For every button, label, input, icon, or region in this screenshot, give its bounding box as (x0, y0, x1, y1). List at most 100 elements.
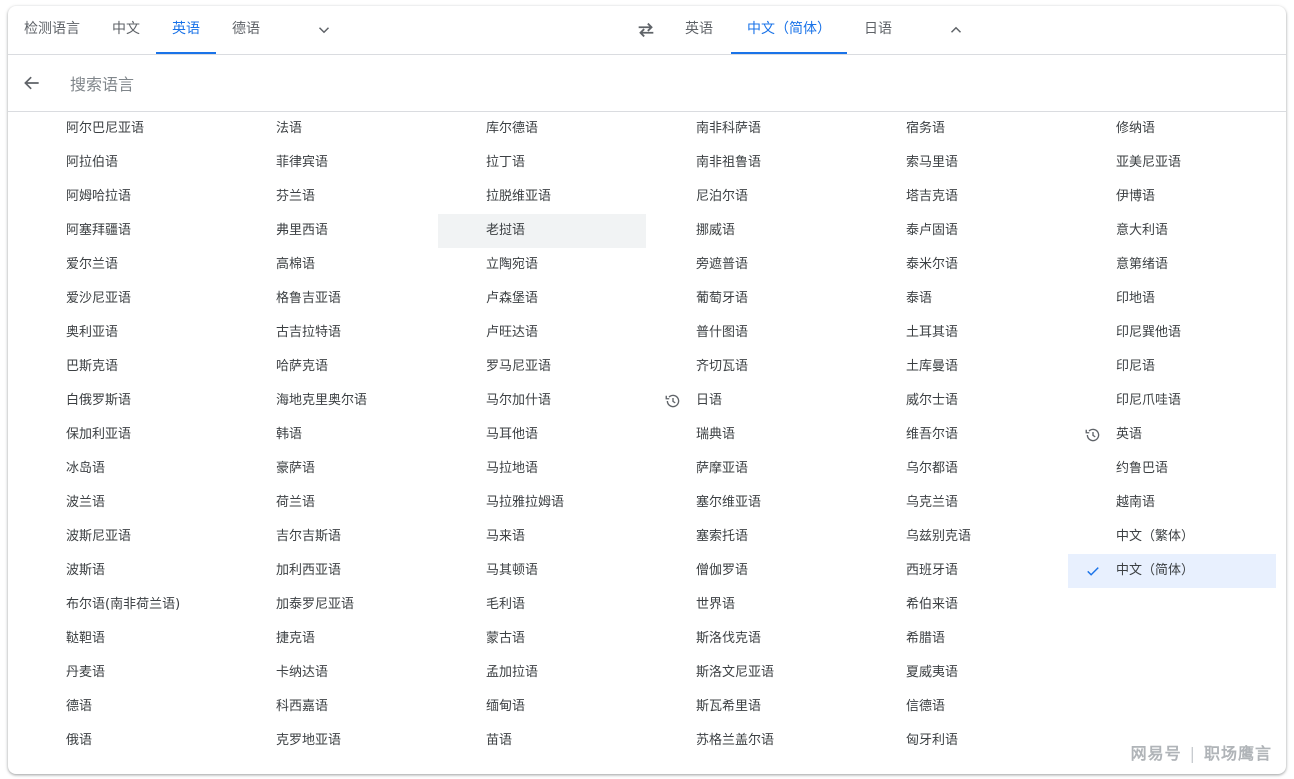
language-option[interactable]: 德语 (18, 690, 226, 724)
language-option[interactable]: 马拉雅拉姆语 (438, 486, 646, 520)
language-option[interactable]: 约鲁巴语 (1068, 452, 1276, 486)
language-option[interactable]: 菲律宾语 (228, 146, 436, 180)
language-option[interactable]: 萨摩亚语 (648, 452, 856, 486)
language-option[interactable]: 伊博语 (1068, 180, 1276, 214)
language-option[interactable]: 克罗地亚语 (228, 724, 436, 758)
tab-source-german[interactable]: 德语 (216, 6, 276, 54)
language-option[interactable]: 阿尔巴尼亚语 (18, 112, 226, 146)
language-option[interactable]: 齐切瓦语 (648, 350, 856, 384)
language-option[interactable]: 高棉语 (228, 248, 436, 282)
language-option[interactable]: 荷兰语 (228, 486, 436, 520)
language-option[interactable]: 越南语 (1068, 486, 1276, 520)
language-option[interactable]: 印尼巽他语 (1068, 316, 1276, 350)
language-option[interactable]: 鞑靼语 (18, 622, 226, 656)
language-option[interactable]: 孟加拉语 (438, 656, 646, 690)
language-option[interactable]: 中文（繁体） (1068, 520, 1276, 554)
language-option[interactable]: 英语 (1068, 418, 1276, 452)
language-option[interactable]: 泰语 (858, 282, 1066, 316)
arrow-left-icon[interactable] (16, 67, 48, 99)
language-option[interactable]: 卢森堡语 (438, 282, 646, 316)
language-option[interactable]: 白俄罗斯语 (18, 384, 226, 418)
language-option[interactable]: 吉尔吉斯语 (228, 520, 436, 554)
language-option[interactable]: 加泰罗尼亚语 (228, 588, 436, 622)
language-option[interactable]: 保加利亚语 (18, 418, 226, 452)
language-option[interactable]: 老挝语 (438, 214, 646, 248)
language-option[interactable]: 芬兰语 (228, 180, 436, 214)
tab-source-chinese[interactable]: 中文 (96, 6, 156, 54)
language-option[interactable]: 卡纳达语 (228, 656, 436, 690)
language-option[interactable]: 卢旺达语 (438, 316, 646, 350)
language-option[interactable]: 马拉地语 (438, 452, 646, 486)
language-option[interactable]: 斯瓦希里语 (648, 690, 856, 724)
language-option[interactable]: 古吉拉特语 (228, 316, 436, 350)
language-option[interactable]: 毛利语 (438, 588, 646, 622)
chevron-up-icon[interactable] (940, 14, 972, 46)
language-option[interactable]: 南非祖鲁语 (648, 146, 856, 180)
language-option[interactable]: 波兰语 (18, 486, 226, 520)
language-option[interactable]: 日语 (648, 384, 856, 418)
language-option[interactable]: 阿塞拜疆语 (18, 214, 226, 248)
language-option[interactable]: 葡萄牙语 (648, 282, 856, 316)
language-option[interactable]: 缅甸语 (438, 690, 646, 724)
language-option[interactable]: 立陶宛语 (438, 248, 646, 282)
chevron-down-icon[interactable] (308, 14, 340, 46)
language-option[interactable]: 乌克兰语 (858, 486, 1066, 520)
language-option[interactable]: 斯洛文尼亚语 (648, 656, 856, 690)
language-option[interactable]: 挪威语 (648, 214, 856, 248)
language-option[interactable]: 亚美尼亚语 (1068, 146, 1276, 180)
language-option[interactable]: 印尼爪哇语 (1068, 384, 1276, 418)
swap-arrows-icon[interactable] (630, 14, 662, 46)
language-option[interactable]: 蒙古语 (438, 622, 646, 656)
language-option[interactable]: 土耳其语 (858, 316, 1066, 350)
tab-source-detect[interactable]: 检测语言 (8, 6, 96, 54)
language-option[interactable]: 印地语 (1068, 282, 1276, 316)
language-option[interactable]: 泰卢固语 (858, 214, 1066, 248)
language-option[interactable]: 维吾尔语 (858, 418, 1066, 452)
language-option[interactable]: 信德语 (858, 690, 1066, 724)
search-language-input[interactable] (68, 69, 672, 99)
language-option[interactable]: 南非科萨语 (648, 112, 856, 146)
language-option[interactable]: 冰岛语 (18, 452, 226, 486)
language-option[interactable]: 马耳他语 (438, 418, 646, 452)
language-option[interactable]: 拉丁语 (438, 146, 646, 180)
language-option[interactable]: 塞尔维亚语 (648, 486, 856, 520)
language-option[interactable]: 塔吉克语 (858, 180, 1066, 214)
language-option[interactable]: 匈牙利语 (858, 724, 1066, 758)
language-option[interactable]: 尼泊尔语 (648, 180, 856, 214)
language-option[interactable]: 阿拉伯语 (18, 146, 226, 180)
language-option[interactable]: 波斯尼亚语 (18, 520, 226, 554)
language-option[interactable]: 弗里西语 (228, 214, 436, 248)
language-option[interactable]: 格鲁吉亚语 (228, 282, 436, 316)
language-option[interactable]: 夏威夷语 (858, 656, 1066, 690)
language-option[interactable]: 拉脱维亚语 (438, 180, 646, 214)
tab-target-english[interactable]: 英语 (669, 6, 729, 54)
language-option[interactable]: 乌尔都语 (858, 452, 1066, 486)
language-option[interactable]: 奥利亚语 (18, 316, 226, 350)
language-option[interactable]: 捷克语 (228, 622, 436, 656)
language-option[interactable]: 韩语 (228, 418, 436, 452)
language-option[interactable]: 希腊语 (858, 622, 1066, 656)
language-option[interactable]: 威尔士语 (858, 384, 1066, 418)
language-option[interactable]: 马其顿语 (438, 554, 646, 588)
language-option[interactable]: 苏格兰盖尔语 (648, 724, 856, 758)
language-option[interactable]: 俄语 (18, 724, 226, 758)
language-option[interactable]: 罗马尼亚语 (438, 350, 646, 384)
language-option[interactable]: 普什图语 (648, 316, 856, 350)
language-option[interactable]: 豪萨语 (228, 452, 436, 486)
language-option[interactable]: 乌兹别克语 (858, 520, 1066, 554)
language-option[interactable]: 法语 (228, 112, 436, 146)
language-option[interactable]: 印尼语 (1068, 350, 1276, 384)
language-option[interactable]: 修纳语 (1068, 112, 1276, 146)
language-option[interactable]: 海地克里奥尔语 (228, 384, 436, 418)
language-option[interactable]: 科西嘉语 (228, 690, 436, 724)
language-option[interactable]: 旁遮普语 (648, 248, 856, 282)
language-option[interactable]: 土库曼语 (858, 350, 1066, 384)
language-option[interactable]: 斯洛伐克语 (648, 622, 856, 656)
language-option[interactable]: 西班牙语 (858, 554, 1066, 588)
language-option[interactable]: 阿姆哈拉语 (18, 180, 226, 214)
language-option[interactable]: 僧伽罗语 (648, 554, 856, 588)
language-option[interactable]: 宿务语 (858, 112, 1066, 146)
language-option[interactable]: 丹麦语 (18, 656, 226, 690)
language-option[interactable]: 瑞典语 (648, 418, 856, 452)
language-option[interactable]: 库尔德语 (438, 112, 646, 146)
